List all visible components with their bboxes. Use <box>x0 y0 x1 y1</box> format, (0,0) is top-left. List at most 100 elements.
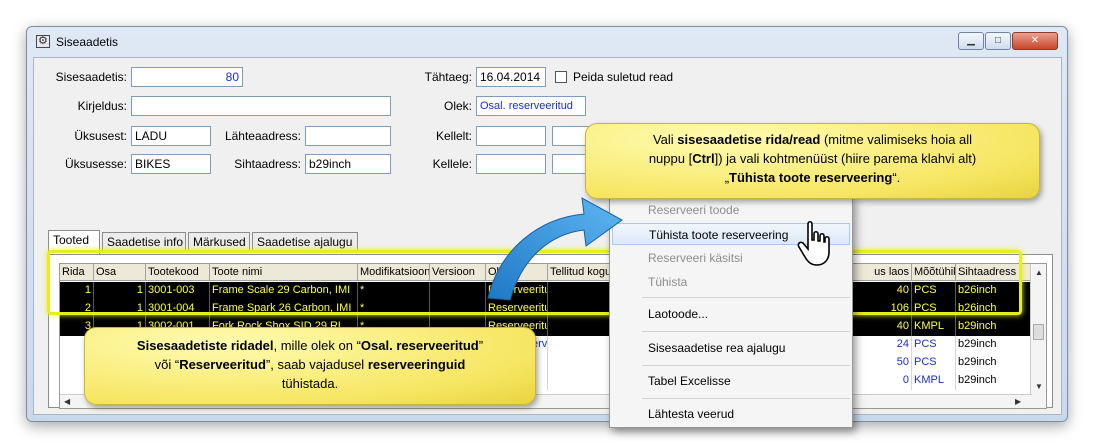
callout-text: või “ <box>154 357 180 372</box>
cell-laos: 24 <box>860 336 912 354</box>
cell-ver <box>430 300 486 318</box>
cell-uhik: PCS <box>912 282 956 300</box>
uksusest-label: Üksusest: <box>74 129 127 143</box>
ctx-separator <box>642 365 850 366</box>
callout-text: , mille olek on “ <box>273 338 361 353</box>
peida-suletud-checkbox[interactable] <box>555 71 567 83</box>
ctx-tuhista[interactable]: Tühista <box>610 271 852 293</box>
callout-bold-text: Sisesaadetiste ridadel <box>136 338 274 353</box>
col-mootuhik[interactable]: Mõõtühik <box>912 264 956 281</box>
uksusest-field[interactable]: LADU <box>131 126 211 146</box>
hand-cursor-icon <box>797 220 830 266</box>
cell-osa: 1 <box>94 300 146 318</box>
cell-siht: b26inch <box>956 282 1032 300</box>
col-versioon[interactable]: Versioon <box>430 264 486 281</box>
close-button[interactable]: ✕ <box>1012 32 1058 50</box>
title-bar[interactable]: Siseaadetis ▁ □ ✕ <box>27 27 1067 55</box>
cell-laos: 106 <box>860 300 912 318</box>
olek-field: Osal. reserveeritud <box>476 96 586 116</box>
kellele-field[interactable] <box>476 154 546 174</box>
cell-kood: 3001-003 <box>146 282 210 300</box>
cell-laos: 40 <box>860 318 912 336</box>
col-osa[interactable]: Osa <box>94 264 146 281</box>
sihtaadress-label: Sihtaadress: <box>234 157 301 171</box>
uksusesse-label: Üksusesse: <box>64 157 127 171</box>
cell-nimi: Frame Scale 29 Carbon, IMI <box>210 282 358 300</box>
callout-bold-text: Osal. reserveeritud <box>360 338 479 353</box>
tab-saadetise-info[interactable]: Saadetise info <box>102 232 186 252</box>
ctx-rea-ajalugu[interactable]: Sisesaadetise rea ajalugu <box>610 337 852 359</box>
maximize-button[interactable]: □ <box>985 32 1011 50</box>
tahtaeg-label: Tähtaeg: <box>424 70 472 84</box>
cell-siht: b26inch <box>956 300 1032 318</box>
tab-saadetise-ajalugu[interactable]: Saadetise ajalugu <box>252 232 358 252</box>
callout-text: (mitme valimiseks hoia all <box>820 132 973 147</box>
peida-suletud-label: Peida suletud read <box>573 70 674 84</box>
col-sihtaadress[interactable]: Sihtaadress <box>956 264 1032 281</box>
kellele-label: Kellele: <box>432 157 472 171</box>
col-rida[interactable]: Rida <box>60 264 94 281</box>
callout-text: Vali <box>652 132 678 147</box>
cell-uhik: PCS <box>912 300 956 318</box>
ctx-tabel-excelisse[interactable]: Tabel Excelisse <box>610 370 852 392</box>
callout-bold-text: sisesaadetise rida/read <box>677 132 821 147</box>
ctx-separator <box>642 331 850 332</box>
scroll-thumb[interactable] <box>1033 324 1044 340</box>
cell-rida: 2 <box>60 300 94 318</box>
scroll-left-icon[interactable]: ◀ <box>64 397 70 406</box>
cell-osa: 1 <box>94 282 146 300</box>
minimize-button[interactable]: ▁ <box>958 32 984 50</box>
kellelt-field[interactable] <box>476 126 546 146</box>
cell-mod: * <box>358 282 430 300</box>
callout-text: ” <box>478 338 484 353</box>
cell-siht: b29inch <box>956 336 1032 354</box>
cell-ver <box>430 282 486 300</box>
uksusesse-field[interactable]: BIKES <box>131 154 211 174</box>
grid-vertical-scrollbar[interactable]: ▲ ▼ <box>1030 264 1046 408</box>
cell-kood: 3001-004 <box>146 300 210 318</box>
scroll-down-icon[interactable]: ▼ <box>1035 382 1043 391</box>
window-title: Siseaadetis <box>56 35 119 49</box>
lahteaadress-label: Lähteaadress: <box>224 129 301 143</box>
callout-bold-text: Reserveeritud <box>179 357 266 372</box>
arrow-icon <box>487 197 623 301</box>
cell-laos: 40 <box>860 282 912 300</box>
callout-text: nuppu [ <box>648 151 693 166</box>
lahteaadress-field[interactable] <box>305 126 391 146</box>
tahtaeg-field[interactable]: 16.04.2014 <box>476 67 546 87</box>
tab-markused[interactable]: Märkused <box>188 232 250 252</box>
cell-uhik: KMPL <box>912 372 956 390</box>
cell-mod: * <box>358 300 430 318</box>
cell-siht: b29inch <box>956 318 1032 336</box>
kirjeldus-field[interactable] <box>131 96 391 116</box>
tab-tooted[interactable]: Tooted <box>48 230 100 254</box>
sisesaadetis-field[interactable]: 80 <box>131 67 243 87</box>
scroll-up-icon[interactable]: ▲ <box>1035 268 1043 277</box>
scroll-right-icon[interactable]: ▶ <box>1015 397 1021 406</box>
callout-text: ”, saab vajadusel <box>265 357 368 372</box>
cell-laos: 50 <box>860 354 912 372</box>
callout-instructions: Vali sisesaadetise rida/read (mitme vali… <box>585 123 1040 199</box>
ctx-separator <box>642 398 850 399</box>
cell-siht: b29inch <box>956 354 1032 372</box>
sihtaadress-field[interactable]: b29inch <box>305 154 391 174</box>
col-modifikatsioon[interactable]: Modifikatsioon <box>358 264 430 281</box>
cell-siht: b29inch <box>956 372 1032 390</box>
col-tootekood[interactable]: Tootekood <box>146 264 210 281</box>
app-icon <box>36 34 50 48</box>
col-laos[interactable]: us laos <box>860 264 912 281</box>
callout-text: ]) ja vali kohtmenüüst (hiire parema kla… <box>714 151 977 166</box>
cell-uhik: PCS <box>912 336 956 354</box>
olek-label: Olek: <box>443 99 472 113</box>
callout-bold-text: Ctrl <box>692 151 715 166</box>
cell-laos: 0 <box>860 372 912 390</box>
cell-uhik: KMPL <box>912 318 956 336</box>
cell-nimi: Frame Spark 26 Carbon, IMI <box>210 300 358 318</box>
callout-bold-text: reserveeringuid <box>367 357 466 372</box>
ctx-lahtesta-veerud[interactable]: Lähtesta veerud <box>610 403 852 425</box>
col-toote-nimi[interactable]: Toote nimi <box>210 264 358 281</box>
ctx-laotoode[interactable]: Laotoode... <box>610 303 852 325</box>
kirjeldus-label: Kirjeldus: <box>77 99 127 113</box>
ctx-reserveeri-toode[interactable]: Reserveeri toode <box>610 199 852 221</box>
cell-rida: 1 <box>60 282 94 300</box>
